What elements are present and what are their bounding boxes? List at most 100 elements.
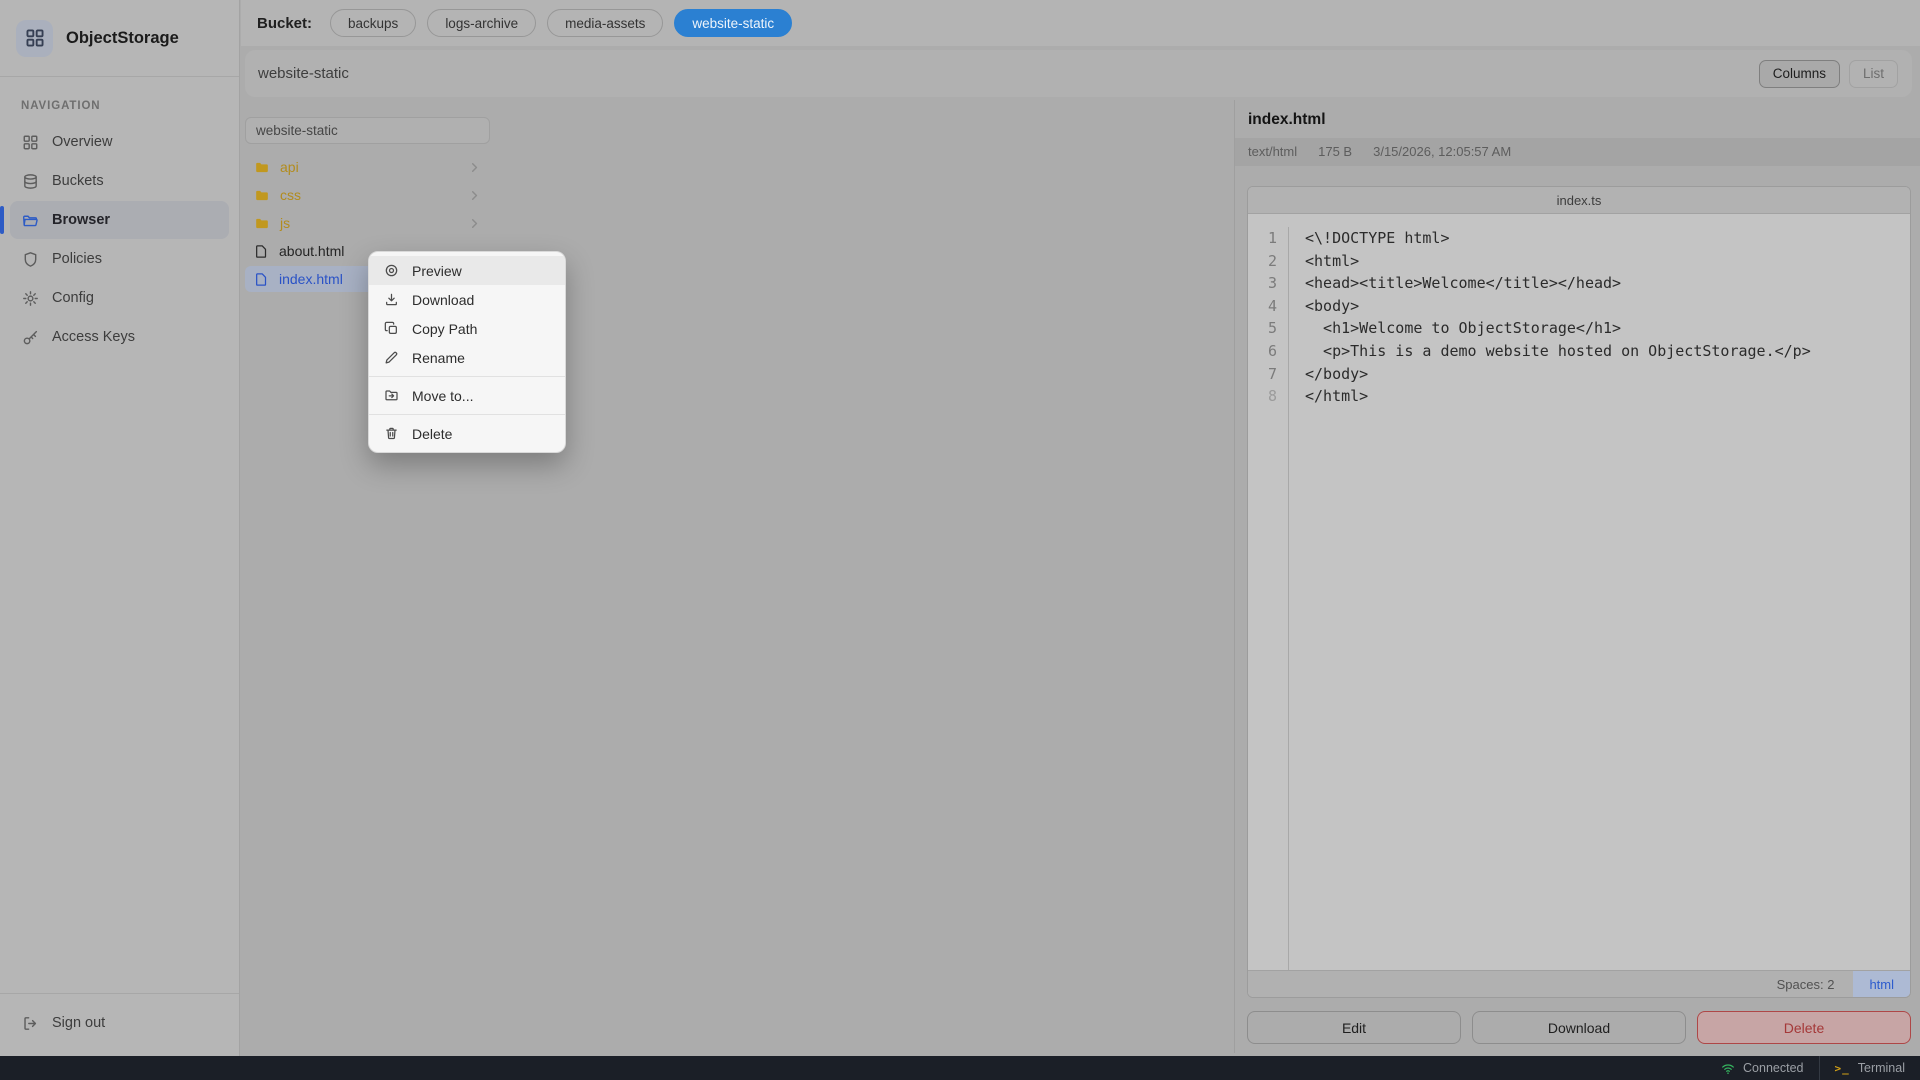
bucket-pill-media-assets[interactable]: media-assets — [547, 9, 663, 37]
sidebar-item-config[interactable]: Config — [10, 279, 229, 317]
sign-out-icon — [22, 1015, 39, 1032]
code-preview-editor: index.ts 12345678 <\!DOCTYPE html><html>… — [1247, 186, 1911, 998]
bucket-pill-backups[interactable]: backups — [330, 9, 416, 37]
sidebar-item-browser[interactable]: Browser — [10, 201, 229, 239]
code-line: <html> — [1305, 250, 1811, 273]
key-icon — [22, 329, 39, 346]
menu-item-delete[interactable]: Delete — [369, 419, 565, 448]
line-number: 7 — [1248, 363, 1277, 386]
folder-entry-js[interactable]: js — [245, 210, 490, 236]
menu-divider — [369, 376, 565, 377]
sidebar-item-policies[interactable]: Policies — [10, 240, 229, 278]
editor-status-bar: Spaces: 2 html — [1248, 970, 1910, 997]
line-number: 1 — [1248, 227, 1277, 250]
language-mode-chip: html — [1853, 971, 1910, 997]
line-number: 8 — [1248, 385, 1277, 408]
view-columns-button[interactable]: Columns — [1759, 60, 1840, 88]
sidebar-item-label: Access Keys — [52, 329, 135, 345]
download-icon — [384, 292, 399, 307]
menu-item-rename[interactable]: Rename — [369, 343, 565, 372]
detail-file-title: index.html — [1235, 100, 1920, 138]
terminal-icon: >_ — [1835, 1062, 1850, 1075]
sidebar-nav: Overview BucketsBrowserPolicies Config Acce… — [0, 123, 239, 357]
nav-section-label: NAVIGATION — [21, 100, 239, 112]
code-line: </body> — [1305, 363, 1811, 386]
menu-item-label: Preview — [412, 263, 462, 279]
entry-label: about.html — [279, 243, 344, 259]
edit-button[interactable]: Edit — [1247, 1011, 1461, 1044]
bucket-pill-logs-archive[interactable]: logs-archive — [427, 9, 536, 37]
download-button[interactable]: Download — [1472, 1011, 1686, 1044]
context-menu: Preview Download Copy PathRename Move to...… — [368, 251, 566, 453]
content-header: website-static Columns List — [245, 50, 1912, 97]
app-title: ObjectStorage — [66, 29, 179, 48]
folder-move-icon — [384, 388, 399, 403]
meta-mime-type: text/html — [1248, 144, 1297, 159]
sign-out-button[interactable]: Sign out — [10, 1005, 229, 1041]
code-line: <\!DOCTYPE html> — [1305, 227, 1811, 250]
line-number: 2 — [1248, 250, 1277, 273]
menu-item-download[interactable]: Download — [369, 285, 565, 314]
wifi-icon — [1721, 1062, 1735, 1075]
file-detail-panel: index.html text/html 175 B 3/15/2026, 12… — [1234, 100, 1920, 1053]
chevron-right-icon — [468, 161, 481, 174]
meta-modified-date: 3/15/2026, 12:05:57 AM — [1373, 144, 1511, 159]
code-line: <head><title>Welcome</title></head> — [1305, 272, 1811, 295]
line-number: 3 — [1248, 272, 1277, 295]
code-content: <\!DOCTYPE html><html><head><title>Welco… — [1289, 227, 1811, 970]
bucket-pill-website-static[interactable]: website-static — [674, 9, 792, 37]
line-number: 5 — [1248, 317, 1277, 340]
meta-file-size: 175 B — [1318, 144, 1352, 159]
sidebar-item-label: Config — [52, 290, 94, 306]
page-title: website-static — [258, 65, 349, 82]
file-icon — [254, 244, 269, 259]
sidebar-item-overview[interactable]: Overview — [10, 123, 229, 161]
line-number-gutter: 12345678 — [1248, 227, 1289, 970]
status-bar: Connected >_ Terminal — [0, 1056, 1920, 1080]
copy-icon — [384, 321, 399, 336]
bucket-pill-list: backups logs-archive media-assets website-s… — [330, 9, 792, 37]
menu-item-label: Download — [412, 292, 474, 308]
brand-header: ObjectStorage — [0, 0, 239, 77]
sidebar-item-buckets[interactable]: Buckets — [10, 162, 229, 200]
line-number: 4 — [1248, 295, 1277, 318]
view-list-button[interactable]: List — [1849, 60, 1898, 88]
database-icon — [22, 173, 39, 190]
connection-status-label: Connected — [1743, 1061, 1803, 1075]
menu-item-move-to[interactable]: Move to... — [369, 381, 565, 410]
code-line: </html> — [1305, 385, 1811, 408]
sidebar-item-access-keys[interactable]: Access Keys — [10, 318, 229, 356]
gear-icon — [22, 290, 39, 307]
app-logo-icon — [16, 20, 53, 57]
editor-tab-title: index.ts — [1248, 187, 1910, 214]
entry-label: css — [280, 187, 301, 203]
connection-status: Connected — [1706, 1056, 1818, 1080]
menu-item-preview[interactable]: Preview — [369, 256, 565, 285]
delete-button[interactable]: Delete — [1697, 1011, 1911, 1044]
code-line: <p>This is a demo website hosted on Obje… — [1305, 340, 1811, 363]
detail-actions: Edit Download Delete — [1247, 1011, 1911, 1044]
entry-label: js — [280, 215, 290, 231]
terminal-button[interactable]: >_ Terminal — [1819, 1056, 1920, 1080]
chevron-right-icon — [468, 217, 481, 230]
pencil-icon — [384, 350, 399, 365]
column-header: website-static — [245, 117, 490, 144]
bucket-bar-label: Bucket: — [257, 15, 312, 32]
editor-body: 12345678 <\!DOCTYPE html><html><head><ti… — [1248, 214, 1910, 970]
folder-icon — [254, 160, 270, 175]
eye-icon — [384, 263, 399, 278]
folder-entry-css[interactable]: css — [245, 182, 490, 208]
folder-entry-api[interactable]: api — [245, 154, 490, 180]
entry-label: index.html — [279, 271, 343, 287]
folder-icon — [254, 188, 270, 203]
code-line: <body> — [1305, 295, 1811, 318]
sidebar-item-label: Overview — [52, 134, 112, 150]
file-icon — [254, 272, 269, 287]
detail-meta-row: text/html 175 B 3/15/2026, 12:05:57 AM — [1235, 138, 1920, 166]
shield-icon — [22, 251, 39, 268]
sidebar-footer: Sign out — [0, 993, 239, 1056]
spaces-indicator: Spaces: 2 — [1777, 977, 1835, 992]
entry-label: api — [280, 159, 299, 175]
menu-item-copy-path[interactable]: Copy Path — [369, 314, 565, 343]
code-line: <h1>Welcome to ObjectStorage</h1> — [1305, 317, 1811, 340]
